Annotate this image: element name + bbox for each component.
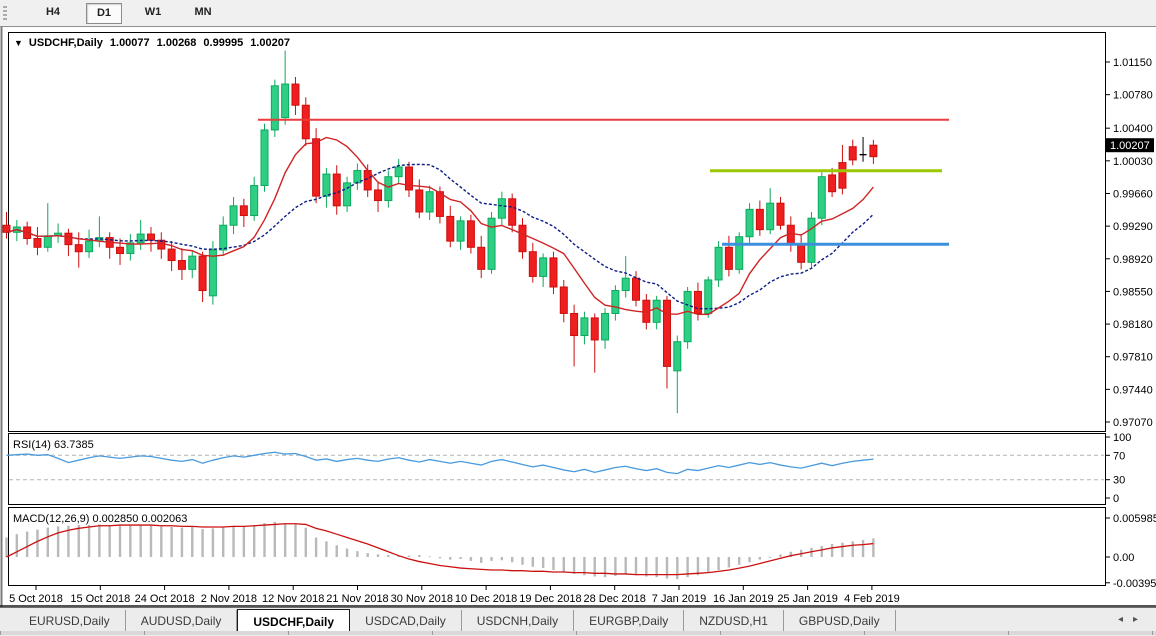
svg-text:0.99290: 0.99290 bbox=[1113, 221, 1153, 233]
svg-text:16 Jan 2019: 16 Jan 2019 bbox=[713, 593, 774, 605]
tab-audusd-daily[interactable]: AUDUSD,Daily bbox=[126, 610, 238, 632]
tabs-scroll-right-icon[interactable]: ▸ bbox=[1133, 614, 1148, 625]
svg-text:0.98920: 0.98920 bbox=[1113, 254, 1153, 266]
macd-main-value: 0.002850 bbox=[92, 513, 139, 525]
tab-eurgbp-daily[interactable]: EURGBP,Daily bbox=[574, 610, 685, 632]
ohlc-open: 1.00077 bbox=[109, 37, 150, 49]
svg-text:-0.003954: -0.003954 bbox=[1113, 578, 1156, 590]
time-axis: 5 Oct 2018 15 Oct 2018 24 Oct 2018 2 Nov 20… bbox=[9, 585, 900, 605]
svg-text:19 Dec 2018: 19 Dec 2018 bbox=[519, 593, 581, 605]
svg-text:1.00780: 1.00780 bbox=[1113, 90, 1153, 102]
svg-text:1.00030: 1.00030 bbox=[1113, 156, 1153, 168]
svg-text:30 Nov 2018: 30 Nov 2018 bbox=[391, 593, 453, 605]
rsi-indicator-label: RSI(14) 63.7385 bbox=[13, 439, 94, 451]
svg-text:1.01150: 1.01150 bbox=[1113, 57, 1152, 69]
ohlc-low: 0.99995 bbox=[203, 37, 244, 49]
svg-text:0.97440: 0.97440 bbox=[1113, 384, 1153, 396]
price-axis: 1.01150 1.00780 1.00400 1.00030 0.99660 0.992… bbox=[1105, 57, 1153, 429]
svg-text:0: 0 bbox=[1113, 493, 1119, 505]
ohlc-high: 1.00268 bbox=[156, 37, 197, 49]
svg-text:0.97070: 0.97070 bbox=[1113, 417, 1153, 429]
svg-text:0.98180: 0.98180 bbox=[1113, 319, 1153, 331]
svg-text:0.99660: 0.99660 bbox=[1113, 188, 1153, 200]
tabs-scroll-left-icon[interactable]: ◂ bbox=[1118, 614, 1133, 625]
chart-title[interactable]: ▼ USDCHF,Daily 1.00077 1.00268 0.99995 1.0020… bbox=[14, 37, 290, 49]
svg-text:70: 70 bbox=[1113, 450, 1125, 462]
svg-text:1.00207: 1.00207 bbox=[1110, 140, 1150, 152]
tab-usdcnh-daily[interactable]: USDCNH,Daily bbox=[462, 610, 575, 632]
svg-text:30: 30 bbox=[1113, 475, 1125, 487]
svg-text:25 Jan 2019: 25 Jan 2019 bbox=[777, 593, 838, 605]
tab-nzdusd-h1[interactable]: NZDUSD,H1 bbox=[684, 610, 784, 632]
svg-text:5 Oct 2018: 5 Oct 2018 bbox=[9, 593, 63, 605]
main-price-pane[interactable] bbox=[8, 32, 1106, 432]
symbol-dropdown-icon[interactable]: ▼ bbox=[14, 38, 23, 48]
svg-text:21 Nov 2018: 21 Nov 2018 bbox=[326, 593, 388, 605]
svg-text:12 Nov 2018: 12 Nov 2018 bbox=[262, 593, 324, 605]
macd-indicator-label: MACD(12,26,9) 0.002850 0.002063 bbox=[13, 513, 187, 525]
rsi-name: RSI(14) bbox=[13, 439, 51, 451]
svg-text:4 Feb 2019: 4 Feb 2019 bbox=[844, 593, 900, 605]
svg-text:0.005985: 0.005985 bbox=[1113, 513, 1156, 525]
tab-gbpusd-daily[interactable]: GBPUSD,Daily bbox=[784, 610, 896, 632]
toolbar-grip-icon[interactable] bbox=[3, 6, 7, 20]
chart-symbol-label: USDCHF,Daily bbox=[28, 37, 103, 49]
timeframe-toolbar: H4 D1 W1 MN bbox=[0, 0, 1156, 27]
tab-usdchf-daily[interactable]: USDCHF,Daily bbox=[237, 609, 351, 632]
current-price-badge: 1.00207 bbox=[1106, 138, 1154, 153]
svg-text:2 Nov 2018: 2 Nov 2018 bbox=[201, 593, 257, 605]
svg-text:0.98550: 0.98550 bbox=[1113, 286, 1153, 298]
timeframe-button-w1[interactable]: W1 bbox=[136, 3, 170, 22]
svg-text:0.97810: 0.97810 bbox=[1113, 352, 1153, 364]
tab-eurusd-daily[interactable]: EURUSD,Daily bbox=[14, 610, 126, 632]
rsi-value: 63.7385 bbox=[53, 439, 94, 451]
timeframe-button-d1[interactable]: D1 bbox=[86, 3, 122, 24]
timeframe-button-mn[interactable]: MN bbox=[186, 3, 220, 22]
svg-text:28 Dec 2018: 28 Dec 2018 bbox=[584, 593, 646, 605]
svg-text:1.00400: 1.00400 bbox=[1113, 123, 1153, 135]
ohlc-close: 1.00207 bbox=[250, 37, 290, 49]
svg-text:15 Oct 2018: 15 Oct 2018 bbox=[70, 593, 130, 605]
chart-window: 1.01150 1.00780 1.00400 1.00030 0.99660 0.992… bbox=[0, 27, 1156, 607]
macd-name: MACD(12,26,9) bbox=[13, 513, 90, 525]
svg-text:100: 100 bbox=[1113, 432, 1131, 444]
timeframe-button-h4[interactable]: H4 bbox=[36, 3, 70, 22]
tabbar-bottom-strip bbox=[0, 631, 1156, 635]
macd-signal-value: 0.002063 bbox=[141, 513, 188, 525]
tab-usdcad-daily[interactable]: USDCAD,Daily bbox=[350, 610, 462, 632]
svg-text:10 Dec 2018: 10 Dec 2018 bbox=[455, 593, 517, 605]
svg-text:7 Jan 2019: 7 Jan 2019 bbox=[652, 593, 706, 605]
svg-text:0.00: 0.00 bbox=[1113, 552, 1134, 564]
svg-text:24 Oct 2018: 24 Oct 2018 bbox=[135, 593, 195, 605]
